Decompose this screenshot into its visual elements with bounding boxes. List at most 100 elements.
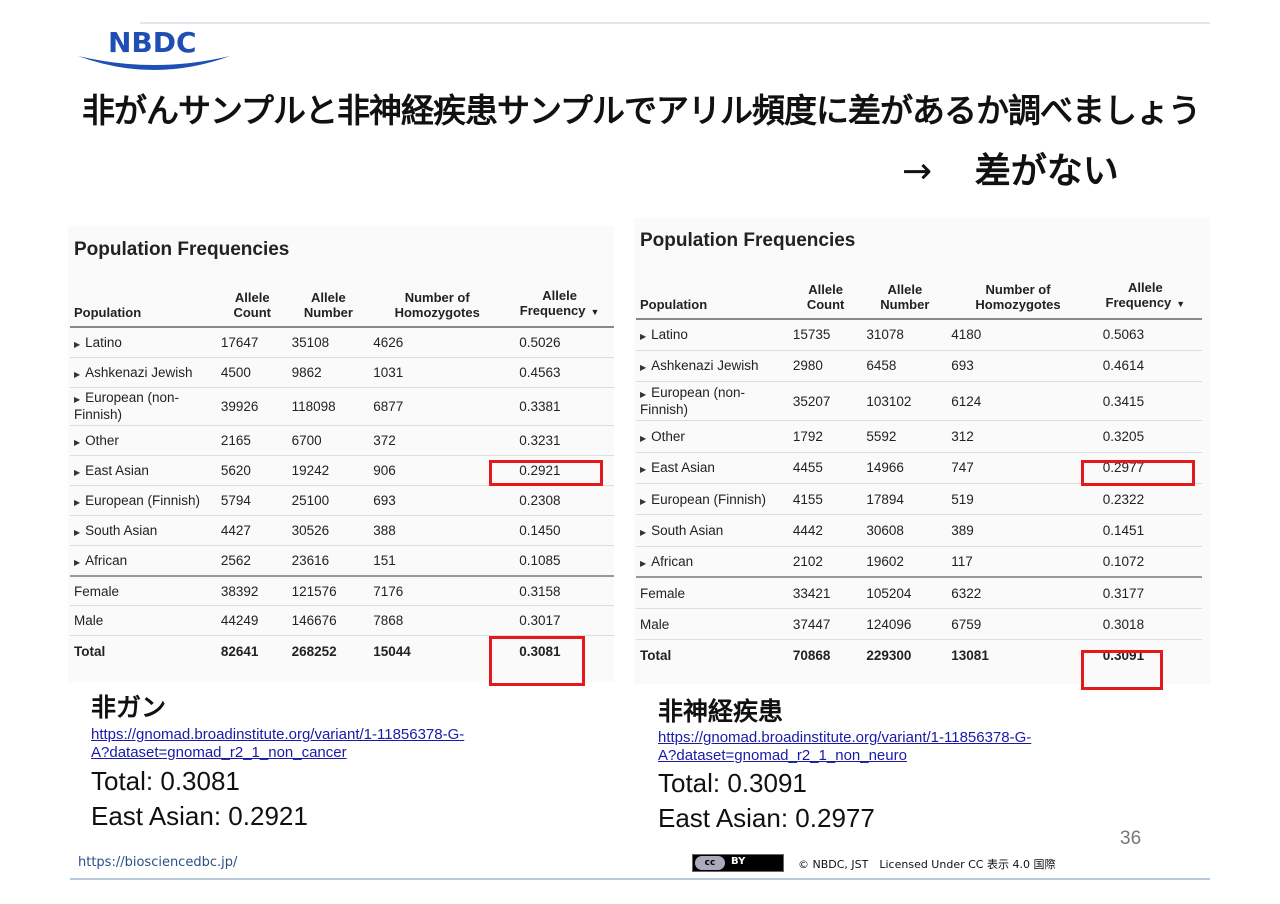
column-header[interactable]: Number of Homozygotes [947, 274, 1089, 320]
value-cell: 117 [947, 546, 1089, 578]
cell-text: 13081 [951, 648, 989, 664]
expand-triangle-icon[interactable]: ▶ [74, 340, 80, 349]
table-row[interactable]: ▶ European (non-Finnish) 35207 103102 6124 0.… [636, 381, 1202, 422]
column-header[interactable]: Allele Count [216, 284, 288, 328]
value-cell: 17894 [862, 483, 948, 516]
value-cell: 4180 [947, 319, 1089, 351]
value-cell: 2980 [788, 350, 863, 383]
expand-triangle-icon[interactable]: ▶ [74, 498, 80, 507]
value-cell: 0.3177 [1088, 576, 1202, 610]
footer-url[interactable]: https://biosciencedbc.jp/ [78, 855, 237, 870]
table-row[interactable]: ▶ European (non-Finnish) 39926 118098 6877 0.… [70, 387, 614, 426]
non-cancer-link[interactable]: https://gnomad.broadinstitute.org/varian… [91, 726, 464, 762]
value-cell: 1031 [369, 357, 506, 388]
cell-text: 693 [951, 358, 974, 374]
expand-triangle-icon[interactable]: ▶ [640, 390, 646, 399]
column-header[interactable]: Population [636, 274, 789, 320]
table-row[interactable]: ▶ Latino 17647 35108 4626 0.5026 [70, 327, 614, 358]
cell-text: European (Finnish) [651, 491, 766, 507]
expand-triangle-icon[interactable]: ▶ [640, 559, 646, 568]
value-cell: 0.1451 [1088, 514, 1202, 547]
bottom-divider [70, 878, 1210, 880]
cell-text: 0.3017 [519, 613, 561, 629]
cell-text: 19242 [291, 462, 330, 478]
expand-triangle-icon[interactable]: ▶ [640, 363, 646, 372]
column-header[interactable]: Population [70, 284, 217, 328]
column-header-label: Allele Number [880, 282, 930, 312]
table-row[interactable]: ▶ Latino 15735 31078 4180 0.5063 [636, 319, 1202, 351]
expand-triangle-icon[interactable]: ▶ [74, 468, 80, 477]
cell-text: 372 [373, 432, 396, 448]
table-row[interactable]: ▶ Ashkenazi Jewish 2980 6458 693 0.4614 [636, 350, 1202, 383]
page-number: 36 [1120, 828, 1142, 849]
column-header[interactable]: Allele Frequency ▼ [505, 284, 614, 328]
value-cell: 389 [947, 514, 1089, 547]
panel-title: Population Frequencies [74, 239, 290, 260]
population-cell: ▶ European (Finnish) [636, 483, 789, 516]
expand-triangle-icon[interactable]: ▶ [640, 465, 646, 474]
column-header[interactable]: Allele Number [287, 284, 370, 328]
non-neuro-link[interactable]: https://gnomad.broadinstitute.org/varian… [658, 729, 1031, 765]
cell-text: 0.2308 [519, 493, 561, 509]
table-row[interactable]: ▶ European (Finnish) 5794 25100 693 0.2308 [70, 485, 614, 517]
table-row[interactable]: ▶ South Asian 4427 30526 388 0.1450 [70, 515, 614, 547]
population-cell: ▶ Ashkenazi Jewish [636, 350, 789, 383]
cell-text: Male [74, 613, 104, 629]
table-row: Male 37447 124096 6759 0.3018 [636, 608, 1202, 641]
value-cell: 103102 [862, 381, 948, 422]
value-cell: 372 [369, 425, 506, 456]
expand-triangle-icon[interactable]: ▶ [640, 528, 646, 537]
value-cell: 38392 [216, 574, 288, 607]
value-cell: 4442 [788, 514, 863, 547]
expand-triangle-icon[interactable]: ▶ [74, 528, 80, 537]
column-header[interactable]: Allele Frequency ▼ [1088, 274, 1202, 320]
expand-triangle-icon[interactable]: ▶ [74, 438, 80, 447]
expand-triangle-icon[interactable]: ▶ [640, 332, 646, 341]
expand-triangle-icon[interactable]: ▶ [74, 558, 80, 567]
cell-text: 0.1085 [519, 552, 561, 568]
table-row[interactable]: ▶ Other 1792 5592 312 0.3205 [636, 420, 1202, 453]
cell-text: Male [640, 616, 670, 632]
expand-triangle-icon[interactable]: ▶ [74, 395, 80, 404]
cell-text: 0.3177 [1102, 585, 1145, 601]
value-cell: 121576 [287, 574, 370, 607]
column-header[interactable]: Allele Count [788, 274, 863, 320]
non-cancer-label: 非ガン [91, 693, 167, 722]
table-row[interactable]: ▶ African 2102 19602 117 0.1072 [636, 546, 1202, 578]
cell-text: 39926 [220, 398, 259, 414]
column-header[interactable]: Number of Homozygotes [369, 284, 506, 328]
sort-desc-icon[interactable]: ▼ [591, 307, 600, 317]
value-cell: 14966 [862, 452, 948, 484]
value-cell: 693 [947, 350, 1089, 383]
value-cell: 19242 [287, 455, 370, 486]
cell-text: 1792 [792, 429, 823, 445]
cell-text: Total [74, 643, 106, 659]
cell-text: 693 [373, 493, 396, 509]
value-cell: 7176 [369, 574, 506, 607]
population-cell: ▶ European (non-Finnish) [636, 381, 789, 422]
expand-triangle-icon[interactable]: ▶ [640, 434, 646, 443]
expand-triangle-icon[interactable]: ▶ [74, 370, 80, 379]
value-cell: 906 [369, 455, 506, 486]
value-cell: 0.1085 [505, 545, 614, 577]
sort-desc-icon[interactable]: ▼ [1176, 299, 1185, 309]
cell-text: 0.3018 [1102, 616, 1145, 632]
table-row[interactable]: ▶ Ashkenazi Jewish 4500 9862 1031 0.4563 [70, 357, 614, 388]
column-header-label: Allele Frequency [1105, 280, 1172, 310]
cell-text: 0.3231 [519, 432, 561, 448]
cell-text: Other [651, 429, 685, 445]
value-cell: 519 [947, 483, 1089, 516]
value-cell: 0.2308 [505, 485, 614, 517]
expand-triangle-icon[interactable]: ▶ [640, 497, 646, 506]
cell-text: 229300 [866, 648, 912, 664]
column-header[interactable]: Allele Number [862, 274, 948, 320]
table-row[interactable]: ▶ European (Finnish) 4155 17894 519 0.2322 [636, 483, 1202, 516]
table-row[interactable]: ▶ Other 2165 6700 372 0.3231 [70, 425, 614, 456]
value-cell: 13081 [947, 640, 1089, 671]
value-cell: 693 [369, 485, 506, 517]
table-row[interactable]: ▶ South Asian 4442 30608 389 0.1451 [636, 514, 1202, 547]
value-cell: 0.1450 [505, 515, 614, 547]
cell-text: 30608 [866, 522, 904, 538]
cell-text: 30526 [291, 523, 330, 539]
table-row[interactable]: ▶ African 2562 23616 151 0.1085 [70, 545, 614, 577]
